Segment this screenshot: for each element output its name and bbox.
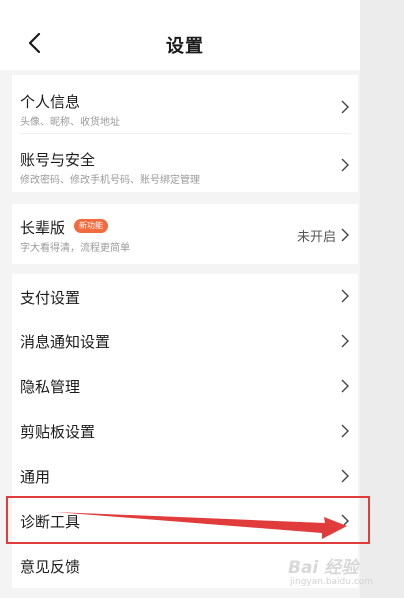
watermark: Bai 经验 jingyan.baidu.com bbox=[288, 553, 404, 598]
watermark-url: jingyan.baidu.com bbox=[290, 577, 374, 587]
watermark-logo: Bai 经验 bbox=[288, 558, 359, 578]
arrow-annotation-icon bbox=[55, 512, 347, 539]
